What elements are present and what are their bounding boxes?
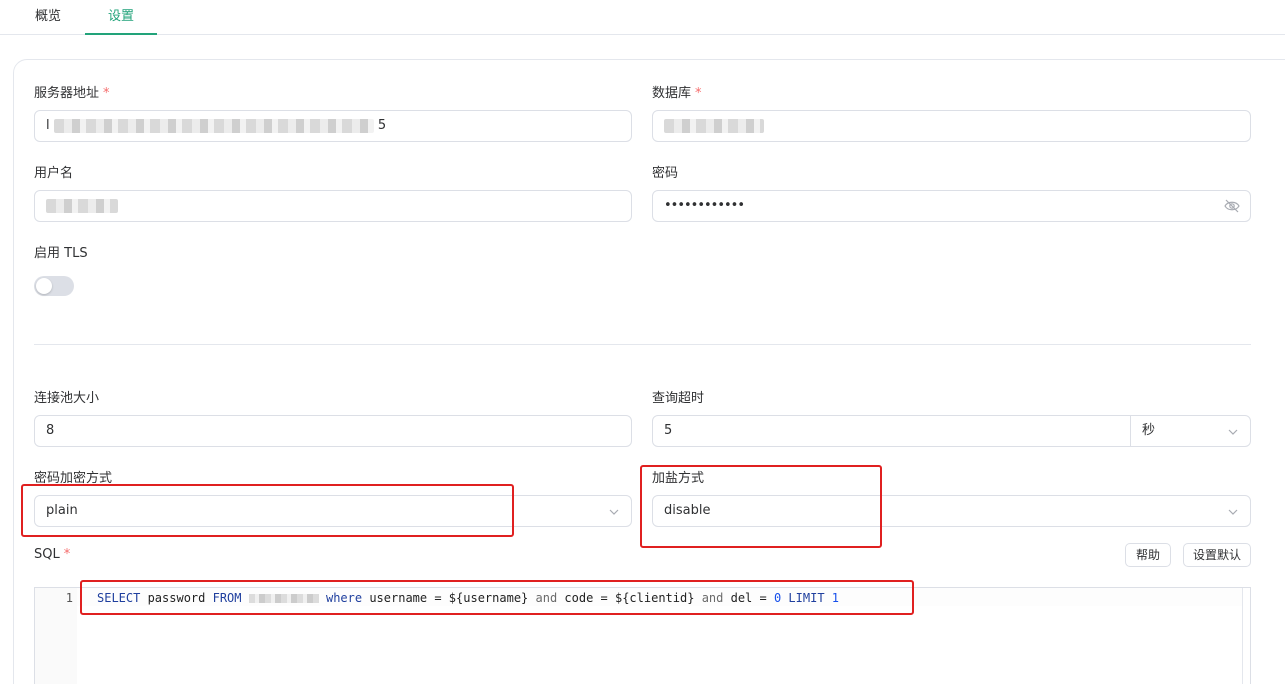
query-timeout-value: 5: [664, 423, 673, 438]
password-value: ••••••••••••: [664, 198, 745, 213]
username-label: 用户名: [34, 166, 74, 181]
code-token: SELECT: [97, 591, 141, 605]
password-label: 密码: [652, 166, 679, 181]
editor-scrollbar[interactable]: [1242, 588, 1250, 684]
eye-hidden-icon[interactable]: [1224, 199, 1240, 213]
server-value-start: l: [46, 118, 50, 133]
sql-editor[interactable]: 1 SELECT password FROM where username = …: [34, 587, 1251, 684]
help-button[interactable]: 帮助: [1125, 543, 1171, 567]
required-mark: *: [103, 86, 110, 101]
line-number: 1: [65, 591, 73, 605]
table-name-redacted: [248, 594, 319, 603]
code-token: and: [535, 591, 558, 605]
server-value-redacted: [53, 118, 374, 133]
tls-label: 启用 TLS: [34, 246, 88, 261]
salt-value: disable: [664, 503, 711, 518]
unit-separator: [1130, 416, 1131, 446]
editor-gutter: 1: [35, 588, 77, 684]
database-input[interactable]: [652, 110, 1251, 142]
password-input[interactable]: ••••••••••••: [652, 190, 1251, 222]
password-hash-label: 密码加密方式: [34, 471, 113, 486]
section-divider: [34, 344, 1251, 345]
query-timeout-input[interactable]: 5 秒: [652, 415, 1251, 447]
sql-label-text: SQL: [34, 547, 60, 562]
required-mark: *: [695, 86, 702, 101]
salt-select[interactable]: disable: [652, 495, 1251, 527]
code-token: FROM: [212, 591, 242, 605]
code-token: 1: [831, 591, 840, 605]
tab-bar: 概览 设置: [0, 0, 1285, 35]
database-label-text: 数据库: [652, 86, 692, 101]
chevron-down-icon: [609, 509, 619, 515]
chevron-down-icon: [1228, 509, 1238, 515]
server-value-end: 5: [377, 118, 387, 133]
code-token: username = ${username}: [362, 591, 536, 605]
salt-label: 加盐方式: [652, 471, 705, 486]
server-label-text: 服务器地址: [34, 86, 100, 101]
server-label: 服务器地址 *: [34, 82, 110, 101]
timeout-unit-select[interactable]: 秒: [1142, 416, 1155, 446]
database-label: 数据库 *: [652, 82, 702, 101]
code-token: 0: [773, 591, 782, 605]
tab-settings[interactable]: 设置: [85, 0, 157, 35]
required-mark: *: [63, 547, 71, 562]
database-value-redacted: [664, 118, 764, 133]
sql-code-line[interactable]: SELECT password FROM where username = ${…: [97, 591, 839, 605]
password-hash-select[interactable]: plain: [34, 495, 632, 527]
code-token: and: [701, 591, 724, 605]
tls-toggle[interactable]: [34, 276, 74, 296]
code-token: where: [325, 591, 363, 605]
pool-size-label: 连接池大小: [34, 391, 100, 406]
chevron-down-icon: [1228, 429, 1238, 435]
username-input[interactable]: [34, 190, 632, 222]
toggle-knob: [36, 278, 52, 294]
code-token: LIMIT: [788, 591, 825, 605]
pool-size-input[interactable]: 8: [34, 415, 632, 447]
username-value-redacted: [46, 198, 118, 213]
code-token: password: [140, 591, 213, 605]
sql-label: SQL *: [34, 547, 70, 562]
reset-default-button[interactable]: 设置默认: [1183, 543, 1251, 567]
tab-overview[interactable]: 概览: [20, 0, 76, 35]
password-hash-value: plain: [46, 503, 78, 518]
code-token: del =: [723, 591, 774, 605]
query-timeout-label: 查询超时: [652, 391, 705, 406]
code-token: code = ${clientid}: [557, 591, 702, 605]
server-input[interactable]: l 5: [34, 110, 632, 142]
